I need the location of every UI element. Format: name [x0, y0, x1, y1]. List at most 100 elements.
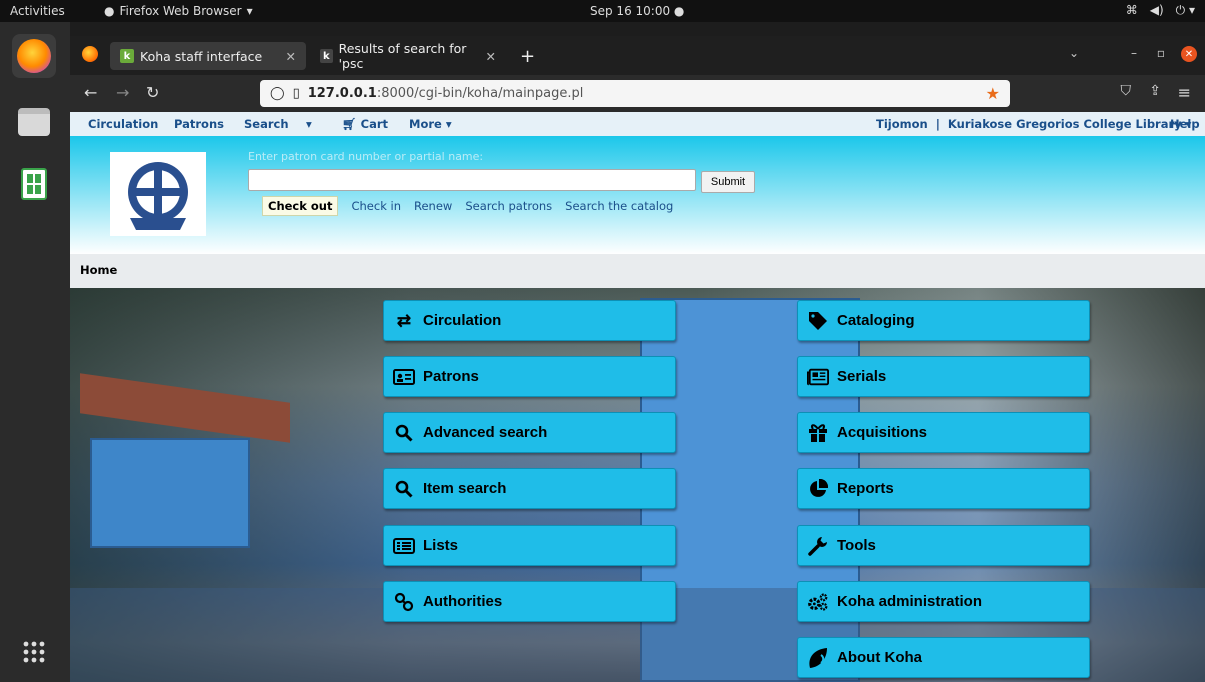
newspaper-icon	[807, 366, 829, 388]
search-icon	[393, 478, 415, 500]
module-acquisitions[interactable]: Acquisitions	[797, 412, 1090, 453]
network-icon: ⌘	[1125, 3, 1138, 17]
clock[interactable]: Sep 16 10:00 ●	[590, 4, 684, 18]
window-close-icon[interactable]: ✕	[1181, 46, 1197, 62]
minimize-icon[interactable]: –	[1131, 46, 1137, 60]
module-advanced-search[interactable]: Advanced search	[383, 412, 676, 453]
library-name: Kuriakose Gregorios College Library	[947, 117, 1182, 131]
gift-icon	[807, 422, 829, 444]
module-label: Advanced search	[423, 424, 548, 441]
cart-label: Cart	[360, 117, 388, 131]
reload-icon[interactable]: ↻	[146, 83, 159, 102]
bookmark-star-icon[interactable]: ★	[986, 84, 1000, 103]
nav-search[interactable]: Search	[244, 117, 289, 131]
module-label: Cataloging	[837, 312, 915, 329]
page-icon: ▯	[292, 86, 300, 101]
module-serials[interactable]: Serials	[797, 356, 1090, 397]
search-icon	[393, 422, 415, 444]
tab-label: Koha staff interface	[140, 48, 263, 64]
show-apps-icon[interactable]	[12, 630, 56, 674]
background-building-left	[90, 438, 250, 548]
koha-page: Circulation Patrons Search ▾ 🛒︎ Cart Mor…	[70, 112, 1205, 682]
module-about-koha[interactable]: About Koha	[797, 637, 1090, 678]
submit-button[interactable]: Submit	[701, 171, 755, 193]
koha-favicon-icon: k	[320, 49, 333, 63]
background-roof	[80, 373, 290, 443]
nav-cart[interactable]: 🛒︎ Cart	[342, 117, 388, 131]
system-tray[interactable]: ⌘ ◀) ⏻ ▾	[1126, 3, 1195, 18]
maximize-icon[interactable]: ▫	[1157, 46, 1165, 60]
extensions-icon[interactable]: ⇪	[1149, 83, 1161, 99]
nav-more[interactable]: More ▾	[409, 117, 452, 131]
patron-search-input[interactable]	[248, 169, 696, 191]
module-label: Authorities	[423, 593, 503, 610]
clock-label: Sep 16 10:00	[590, 4, 671, 18]
module-lists[interactable]: Lists	[383, 525, 676, 566]
nav-help[interactable]: Help	[1170, 117, 1200, 131]
tab-koha-staff[interactable]: k Koha staff interface ✕	[110, 42, 306, 70]
module-label: Acquisitions	[837, 424, 928, 441]
hero-background: ⇄ Circulation Patrons Advanced search It…	[70, 288, 1205, 682]
breadcrumb: Home	[70, 254, 1205, 288]
check-in-link[interactable]: Check in	[351, 199, 401, 213]
user-name: Tijomon	[876, 117, 928, 131]
id-card-icon	[393, 366, 415, 388]
koha-leaf-icon	[807, 647, 829, 669]
tag-icon	[807, 310, 829, 332]
module-cataloging[interactable]: Cataloging	[797, 300, 1090, 341]
tab-search-results[interactable]: k Results of search for 'psc ✕	[310, 41, 506, 71]
pocket-icon[interactable]: ⛉	[1121, 83, 1132, 99]
app-menu[interactable]: ● Firefox Web Browser ▾	[104, 4, 253, 18]
module-label: About Koha	[837, 649, 922, 666]
search-patrons-link[interactable]: Search patrons	[465, 199, 552, 213]
link-icon	[393, 591, 415, 613]
back-arrow-icon[interactable]: ←	[84, 83, 97, 102]
close-icon[interactable]: ✕	[486, 49, 496, 64]
menu-icon[interactable]: ≡	[1178, 83, 1191, 102]
koha-favicon-icon: k	[120, 49, 134, 63]
navigation-bar: ← → ↻ ◯ ▯ 127.0.0.1:8000/cgi-bin/koha/ma…	[70, 75, 1205, 112]
module-label: Serials	[837, 368, 887, 385]
module-reports[interactable]: Reports	[797, 468, 1090, 509]
check-out-link[interactable]: Check out	[262, 196, 339, 216]
user-menu[interactable]: Tijomon | Kuriakose Gregorios College Li…	[876, 117, 1191, 131]
list-tabs-icon[interactable]: ⌄	[1069, 46, 1079, 60]
module-circulation[interactable]: ⇄ Circulation	[383, 300, 676, 341]
renew-link[interactable]: Renew	[414, 199, 452, 213]
close-icon[interactable]: ✕	[286, 49, 296, 64]
module-label: Reports	[837, 480, 894, 497]
patron-search-hint: Enter patron card number or partial name…	[248, 150, 484, 163]
system-top-bar: Activities ● Firefox Web Browser ▾ Sep 1…	[0, 0, 1205, 22]
module-label: Item search	[423, 480, 507, 497]
cogs-icon	[807, 591, 829, 613]
search-dropdown-caret-icon[interactable]: ▾	[306, 117, 312, 131]
new-tab-button[interactable]: +	[510, 42, 540, 70]
more-label: More	[409, 117, 442, 131]
nav-patrons[interactable]: Patrons	[174, 117, 224, 131]
nav-circulation[interactable]: Circulation	[88, 117, 158, 131]
module-label: Circulation	[423, 312, 502, 329]
list-icon	[393, 535, 415, 557]
module-tools[interactable]: Tools	[797, 525, 1090, 566]
koha-top-nav: Circulation Patrons Search ▾ 🛒︎ Cart Mor…	[70, 112, 1205, 136]
shield-icon[interactable]: ◯	[270, 86, 285, 101]
firefox-view-icon[interactable]	[82, 46, 98, 62]
module-label: Koha administration	[837, 593, 983, 610]
spreadsheet-dock-icon[interactable]	[12, 162, 56, 206]
forward-arrow-icon[interactable]: →	[116, 83, 129, 102]
files-dock-icon[interactable]	[12, 100, 56, 144]
cart-icon: 🛒︎	[342, 117, 357, 131]
module-item-search[interactable]: Item search	[383, 468, 676, 509]
search-catalog-link[interactable]: Search the catalog	[565, 199, 673, 213]
module-authorities[interactable]: Authorities	[383, 581, 676, 622]
circulation-quick-links: Check out Check in Renew Search patrons …	[262, 196, 673, 216]
module-patrons[interactable]: Patrons	[383, 356, 676, 397]
college-logo[interactable]	[110, 152, 206, 236]
url-bar[interactable]: ◯ ▯ 127.0.0.1:8000/cgi-bin/koha/mainpage…	[260, 80, 1010, 107]
module-koha-administration[interactable]: Koha administration	[797, 581, 1090, 622]
module-label: Lists	[423, 537, 459, 554]
firefox-dock-icon[interactable]	[12, 34, 56, 78]
module-label: Patrons	[423, 368, 479, 385]
tab-bar: k Koha staff interface ✕ k Results of se…	[70, 36, 1205, 75]
activities-button[interactable]: Activities	[10, 4, 65, 18]
